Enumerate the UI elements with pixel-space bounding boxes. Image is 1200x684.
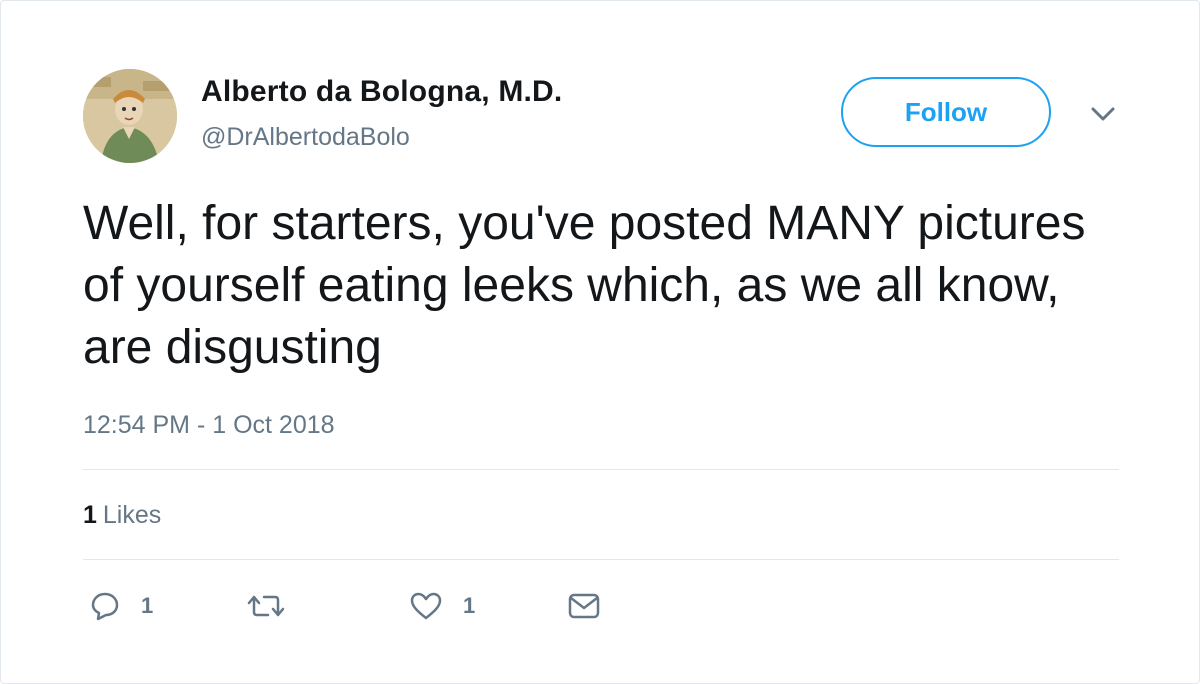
tweet-text: Well, for starters, you've posted MANY p… <box>83 197 1086 374</box>
follow-button[interactable]: Follow <box>841 77 1051 147</box>
retweet-icon <box>247 595 285 617</box>
divider <box>83 469 1119 470</box>
likes-label: Likes <box>102 501 162 529</box>
author-avatar[interactable] <box>83 69 177 163</box>
tweet-card: Alberto da Bologna, M.D. @DrAlbertodaBol… <box>0 0 1200 684</box>
reply-icon <box>91 592 119 621</box>
direct-message-button[interactable] <box>567 589 601 623</box>
likes-stat[interactable]: 1 Likes <box>83 501 161 530</box>
author-handle[interactable]: @DrAlbertodaBolo <box>201 123 410 152</box>
reply-count: 1 <box>141 593 154 618</box>
divider <box>83 559 1119 560</box>
tweet-timestamp[interactable]: 12:54 PM - 1 Oct 2018 <box>83 411 335 440</box>
chevron-down-icon <box>1091 107 1115 121</box>
author-name[interactable]: Alberto da Bologna, M.D. <box>201 75 562 109</box>
reply-button[interactable]: 1 <box>89 589 153 623</box>
heart-icon <box>410 592 442 620</box>
likes-count: 1 <box>83 501 97 529</box>
envelope-icon <box>568 593 600 619</box>
retweet-button[interactable] <box>246 589 286 623</box>
like-count: 1 <box>463 593 476 618</box>
like-button[interactable]: 1 <box>409 589 475 623</box>
avatar-portrait-icon <box>83 69 177 163</box>
more-options-button[interactable] <box>1085 99 1121 129</box>
